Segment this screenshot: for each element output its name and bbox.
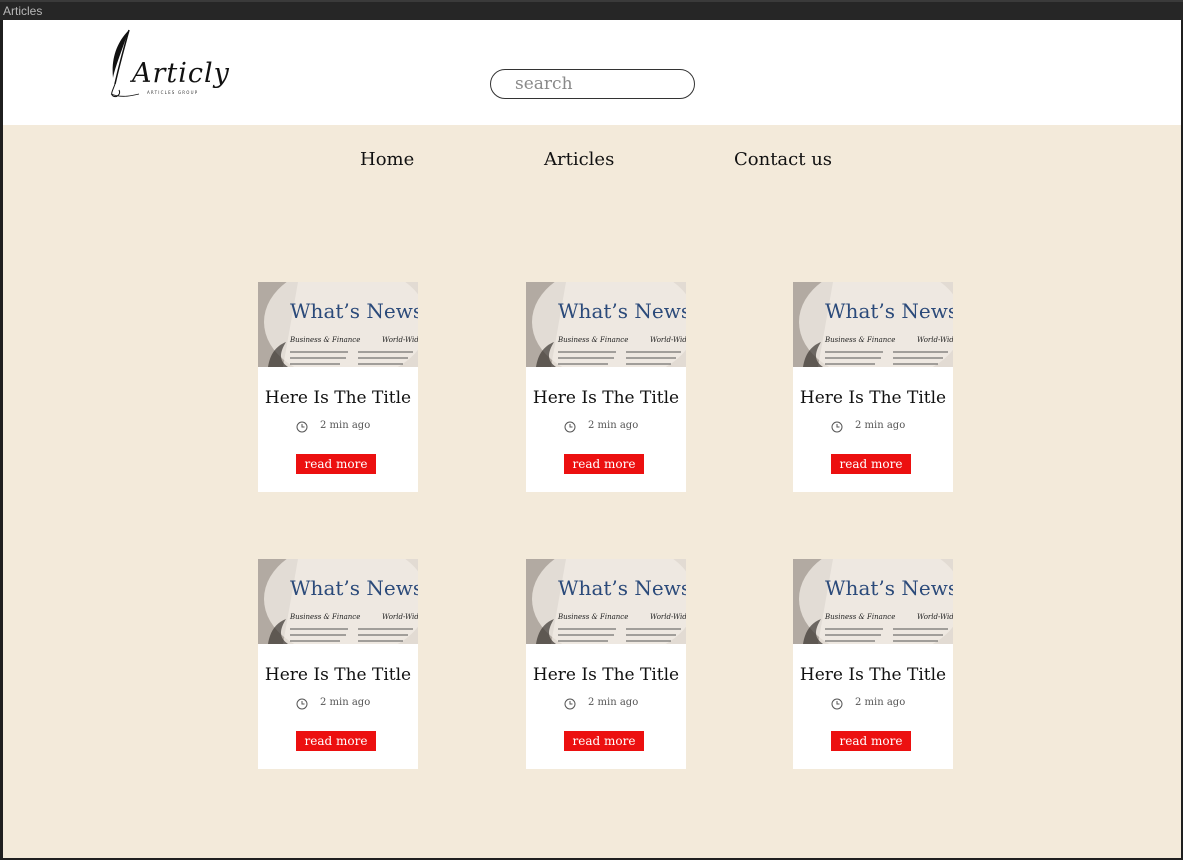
nav-contact-us[interactable]: Contact us (734, 149, 832, 170)
newspaper-magnifier-icon: What’s News Business & Finance World-Wid… (258, 559, 418, 644)
article-title[interactable]: Here Is The Title (258, 388, 418, 408)
read-more-button[interactable]: read more (831, 454, 911, 474)
image-headline: What’s News (825, 576, 953, 600)
article-image[interactable]: What’s News Business & Finance World-Wid… (258, 282, 418, 367)
read-more-button[interactable]: read more (564, 731, 644, 751)
article-title[interactable]: Here Is The Title (526, 388, 686, 408)
read-more-button[interactable]: read more (564, 454, 644, 474)
window-title: Articles (3, 4, 43, 18)
article-time: 2 min ago (855, 420, 906, 431)
image-sub-business: Business & Finance (557, 336, 628, 344)
article-time: 2 min ago (320, 420, 371, 431)
article-title[interactable]: Here Is The Title (526, 665, 686, 685)
article-time: 2 min ago (855, 697, 906, 708)
image-headline: What’s News (558, 576, 686, 600)
image-sub-business: Business & Finance (824, 613, 895, 621)
read-more-button[interactable]: read more (296, 731, 376, 751)
article-card: What’s News Business & Finance World-Wid… (793, 559, 953, 769)
image-sub-world: World-Wide (917, 336, 953, 344)
article-image[interactable]: What’s News Business & Finance World-Wid… (258, 559, 418, 644)
clock-icon (831, 421, 843, 433)
image-sub-world: World-Wide (650, 613, 686, 621)
image-headline: What’s News (558, 299, 686, 323)
image-sub-business: Business & Finance (824, 336, 895, 344)
logo-wordmark: Articly (132, 58, 230, 89)
article-card: What’s News Business & Finance World-Wid… (526, 559, 686, 769)
article-image[interactable]: What’s News Business & Finance World-Wid… (526, 559, 686, 644)
article-card: What’s News Business & Finance World-Wid… (258, 282, 418, 492)
article-title[interactable]: Here Is The Title (793, 388, 953, 408)
newspaper-magnifier-icon: What’s News Business & Finance World-Wid… (258, 282, 418, 367)
site-header: Articly ARTICLES GROUP (3, 20, 1181, 125)
image-sub-world: World-Wide (917, 613, 953, 621)
read-more-button[interactable]: read more (296, 454, 376, 474)
image-sub-business: Business & Finance (289, 336, 360, 344)
article-image[interactable]: What’s News Business & Finance World-Wid… (793, 559, 953, 644)
article-card: What’s News Business & Finance World-Wid… (793, 282, 953, 492)
clock-icon (831, 698, 843, 710)
newspaper-magnifier-icon: What’s News Business & Finance World-Wid… (793, 559, 953, 644)
clock-icon (564, 421, 576, 433)
nav-articles[interactable]: Articles (544, 149, 614, 170)
image-sub-business: Business & Finance (557, 613, 628, 621)
image-headline: What’s News (290, 299, 418, 323)
search-input[interactable] (490, 69, 695, 99)
article-time: 2 min ago (320, 697, 371, 708)
image-headline: What’s News (825, 299, 953, 323)
clock-icon (296, 421, 308, 433)
image-sub-world: World-Wide (382, 613, 418, 621)
newspaper-magnifier-icon: What’s News Business & Finance World-Wid… (793, 282, 953, 367)
article-image[interactable]: What’s News Business & Finance World-Wid… (793, 282, 953, 367)
browser-page: Articly ARTICLES GROUP Home Articles Con… (3, 20, 1181, 858)
clock-icon (296, 698, 308, 710)
read-more-button[interactable]: read more (831, 731, 911, 751)
article-time: 2 min ago (588, 420, 639, 431)
article-card: What’s News Business & Finance World-Wid… (258, 559, 418, 769)
newspaper-magnifier-icon: What’s News Business & Finance World-Wid… (526, 282, 686, 367)
nav-home[interactable]: Home (360, 149, 414, 170)
window-titlebar: Articles (0, 0, 1183, 20)
image-sub-world: World-Wide (382, 336, 418, 344)
newspaper-magnifier-icon: What’s News Business & Finance World-Wid… (526, 559, 686, 644)
image-sub-world: World-Wide (650, 336, 686, 344)
article-image[interactable]: What’s News Business & Finance World-Wid… (526, 282, 686, 367)
image-sub-business: Business & Finance (289, 613, 360, 621)
article-title[interactable]: Here Is The Title (793, 665, 953, 685)
article-title[interactable]: Here Is The Title (258, 665, 418, 685)
article-time: 2 min ago (588, 697, 639, 708)
article-card: What’s News Business & Finance World-Wid… (526, 282, 686, 492)
image-headline: What’s News (290, 576, 418, 600)
logo-subtext: ARTICLES GROUP (147, 90, 199, 95)
clock-icon (564, 698, 576, 710)
site-logo[interactable]: Articly ARTICLES GROUP (107, 28, 230, 100)
